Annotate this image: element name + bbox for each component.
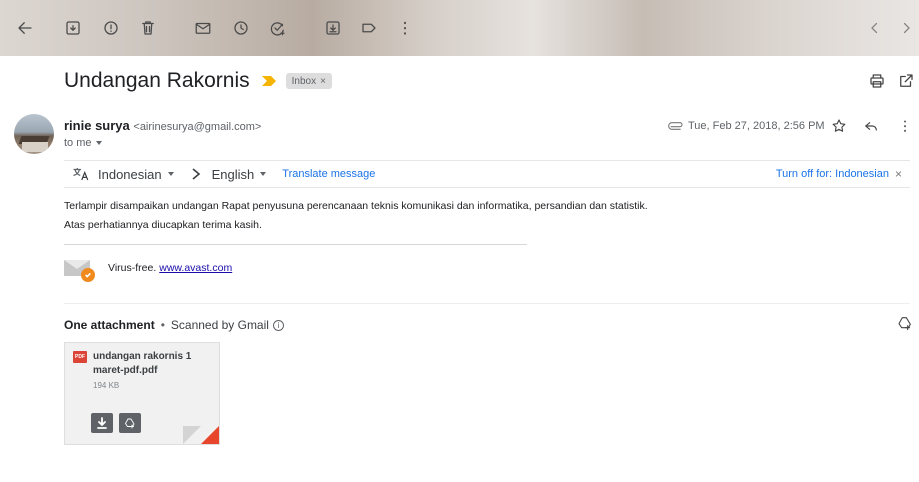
archive-icon[interactable] xyxy=(60,15,86,41)
scanned-by-gmail: Scanned by Gmail xyxy=(170,318,269,332)
message-body: Terlampir disampaikan undangan Rapat pen… xyxy=(64,197,648,235)
source-language-label: Indonesian xyxy=(98,166,162,182)
avast-envelope-icon xyxy=(64,258,95,282)
star-icon[interactable] xyxy=(829,116,849,136)
sender-email: <airinesurya@gmail.com> xyxy=(133,121,262,133)
toolbar xyxy=(0,0,919,56)
open-in-new-window-icon[interactable] xyxy=(897,72,915,90)
recipient-toggle[interactable]: to me xyxy=(64,137,102,149)
message-date: Tue, Feb 27, 2018, 2:56 PM xyxy=(688,120,825,132)
avast-signature: Virus-free. www.avast.com xyxy=(64,258,232,282)
target-language-label: English xyxy=(211,166,255,182)
close-icon[interactable]: × xyxy=(895,167,902,181)
chevron-down-icon xyxy=(260,172,267,176)
translate-icon xyxy=(73,168,89,181)
translate-bar: Indonesian English Translate message Tur… xyxy=(64,160,910,188)
delete-icon[interactable] xyxy=(135,15,161,41)
chevron-down-icon xyxy=(95,141,102,145)
turn-off-translate: Turn off for: Indonesian × xyxy=(776,167,902,181)
email-subject: Undangan Rakornis xyxy=(64,69,250,92)
attachment-count: One attachment xyxy=(64,318,155,332)
subject-row: Undangan Rakornis Inbox × xyxy=(64,64,332,98)
chevron-down-icon xyxy=(167,172,174,176)
label-chip-text: Inbox xyxy=(291,75,317,87)
attachments-header: One attachment • Scanned by Gmail i xyxy=(64,318,284,332)
newer-chevron-left-icon[interactable] xyxy=(862,15,888,41)
source-language-select[interactable]: Indonesian xyxy=(98,167,174,182)
body-line: Terlampir disampaikan undangan Rapat pen… xyxy=(64,200,648,212)
arrow-right-icon xyxy=(192,168,200,180)
inbox-label-chip[interactable]: Inbox × xyxy=(285,73,332,89)
target-language-select[interactable]: English xyxy=(212,167,267,182)
pdf-file-icon: PDF xyxy=(73,351,87,363)
reply-icon[interactable] xyxy=(861,116,881,136)
attachment-clip-icon xyxy=(668,122,683,130)
card-fold-corner xyxy=(183,426,201,444)
sender-name[interactable]: rinie surya xyxy=(64,118,130,133)
mark-unread-icon[interactable] xyxy=(190,15,216,41)
info-icon[interactable]: i xyxy=(272,319,284,331)
add-to-drive-icon[interactable] xyxy=(897,315,913,331)
save-to-drive-button[interactable] xyxy=(119,413,141,433)
label-remove-icon[interactable]: × xyxy=(320,76,326,87)
sender-avatar[interactable] xyxy=(14,114,54,154)
attachment-card[interactable]: PDF undangan rakornis 1 maret-pdf.pdf 19… xyxy=(64,342,220,445)
move-to-icon[interactable] xyxy=(320,15,346,41)
attachments-separator xyxy=(64,303,910,304)
add-task-icon[interactable] xyxy=(265,15,291,41)
download-button[interactable] xyxy=(91,413,113,433)
attachment-size: 194 KB xyxy=(93,381,120,390)
avast-link[interactable]: www.avast.com xyxy=(159,262,232,274)
attachment-filename: undangan rakornis 1 maret-pdf.pdf xyxy=(93,351,192,376)
more-vert-icon[interactable] xyxy=(895,116,915,136)
importance-marker-icon[interactable] xyxy=(261,76,276,86)
header-separator: • xyxy=(160,318,165,332)
download-icon xyxy=(97,417,107,429)
back-arrow-icon[interactable] xyxy=(12,15,38,41)
print-icon[interactable] xyxy=(868,72,886,90)
label-icon[interactable] xyxy=(356,15,382,41)
sender-line: rinie surya <airinesurya@gmail.com> xyxy=(64,118,261,133)
virus-free-text: Virus-free. www.avast.com xyxy=(108,262,232,274)
virus-free-label: Virus-free. xyxy=(108,262,157,274)
older-chevron-right-icon[interactable] xyxy=(893,15,919,41)
signature-divider xyxy=(64,244,527,245)
snooze-icon[interactable] xyxy=(228,15,254,41)
turn-off-link[interactable]: Turn off for: Indonesian xyxy=(776,168,889,180)
recipient-text: to me xyxy=(64,137,92,149)
body-line: Atas perhatiannya diucapkan terima kasih… xyxy=(64,219,262,231)
more-options-icon[interactable] xyxy=(392,15,418,41)
translate-message-link[interactable]: Translate message xyxy=(282,168,375,180)
card-fold-accent xyxy=(201,426,219,444)
add-to-drive-icon xyxy=(125,418,135,429)
report-spam-icon[interactable] xyxy=(98,15,124,41)
